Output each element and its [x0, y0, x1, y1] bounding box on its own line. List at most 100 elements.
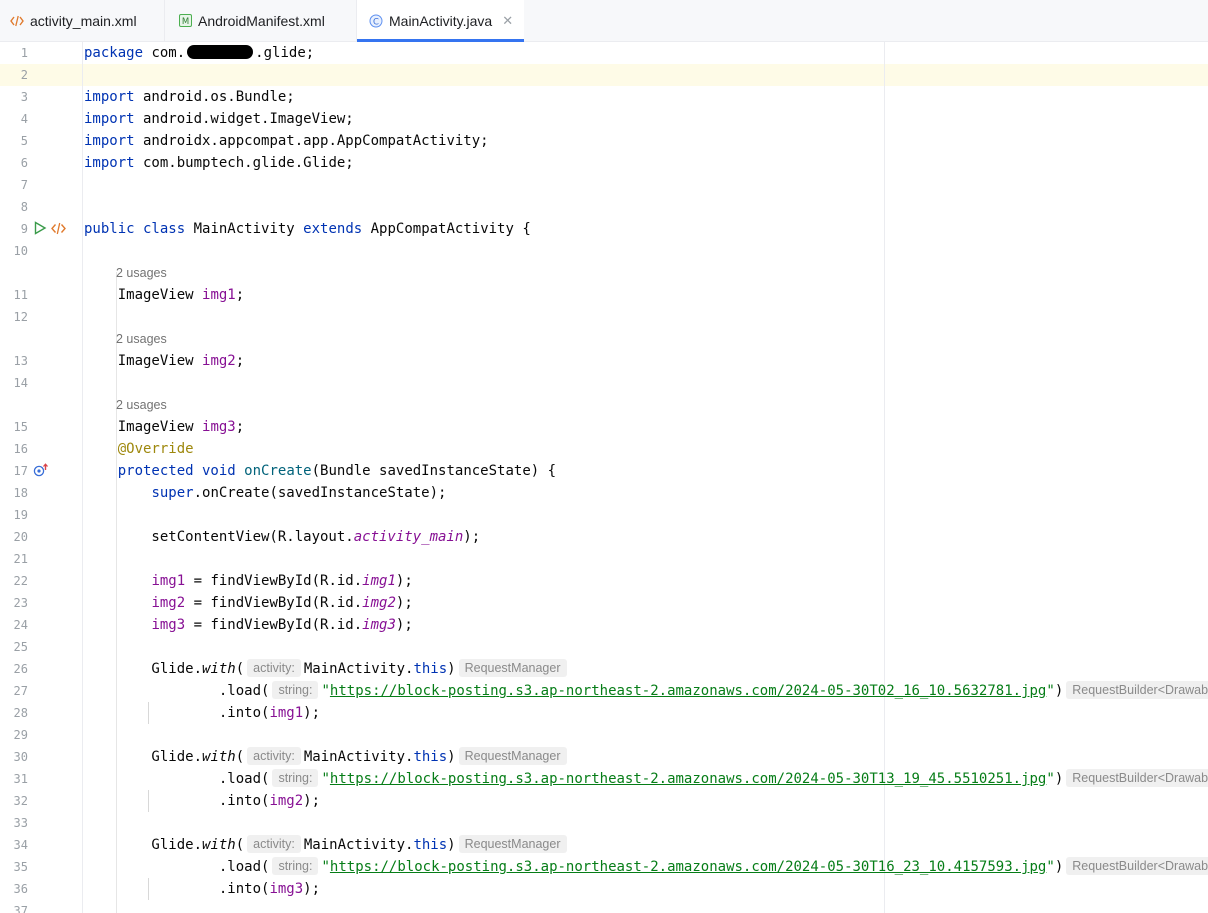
code-line-24: img3 = findViewById(R.id.img3);: [151, 617, 413, 633]
code-line-5: import androidx.appcompat.app.AppCompatA…: [84, 133, 489, 149]
url-link[interactable]: https://block-posting.s3.ap-northeast-2.…: [330, 683, 1046, 699]
manifest-file-icon: M: [179, 14, 192, 27]
type-hint: RequestManager: [458, 659, 567, 677]
tab-android-manifest-xml[interactable]: M AndroidManifest.xml: [164, 0, 356, 41]
line-number: 4: [20, 112, 28, 126]
line-number: 22: [13, 574, 28, 588]
line-number: 33: [13, 816, 28, 830]
svg-text:C: C: [373, 17, 379, 27]
line-number: 11: [13, 288, 28, 302]
line-number: 10: [13, 244, 28, 258]
code-line-11: ImageView img1;: [84, 287, 245, 303]
line-number: 25: [13, 640, 28, 654]
code-line-30: Glide.with(activity: MainActivity.this) Re…: [84, 746, 570, 768]
parameter-hint: string:: [272, 857, 319, 875]
line-number: 21: [13, 552, 28, 566]
type-hint: RequestManager: [458, 835, 567, 853]
line-number: 35: [13, 860, 28, 874]
gutter-separator: [82, 42, 83, 913]
line-number: 9: [20, 222, 28, 236]
code-line-27: .load(string: "https://block-posting.s3.a…: [84, 680, 1208, 702]
line-number: 20: [13, 530, 28, 544]
line-number: 6: [20, 156, 28, 170]
line-number: 2: [20, 68, 28, 82]
line-number: 27: [13, 684, 28, 698]
code-line-22: img1 = findViewById(R.id.img1);: [151, 573, 413, 589]
line-number: 29: [13, 728, 28, 742]
code-line-1: package com. .glide;: [84, 45, 315, 61]
tab-main-activity-java[interactable]: C MainActivity.java ✕: [356, 0, 524, 42]
line-number: 3: [20, 90, 28, 104]
code-line-28: .into(img1);: [84, 705, 321, 721]
line-number: 23: [13, 596, 28, 610]
line-number: 15: [13, 420, 28, 434]
code-line-36: .into(img3);: [84, 881, 321, 897]
line-number: 5: [20, 134, 28, 148]
type-hint: RequestManager: [458, 747, 567, 765]
line-number: 14: [13, 376, 28, 390]
parameter-hint: activity:: [247, 835, 301, 853]
usages-hint[interactable]: 2 usages: [116, 394, 167, 416]
redaction-mark: [187, 45, 254, 59]
current-line-highlight: [0, 64, 1208, 86]
code-line-23: img2 = findViewById(R.id.img2);: [151, 595, 413, 611]
code-line-9: public class MainActivity extends AppCom…: [84, 221, 531, 237]
run-icon[interactable]: [33, 221, 47, 235]
line-number: 18: [13, 486, 28, 500]
line-number: 8: [20, 200, 28, 214]
line-number: 13: [13, 354, 28, 368]
line-number: 34: [13, 838, 28, 852]
line-number: 30: [13, 750, 28, 764]
code-line-17: protected void onCreate(Bundle savedInst…: [117, 463, 557, 479]
code-line-26: Glide.with(activity: MainActivity.this) Re…: [84, 658, 570, 680]
tab-label: MainActivity.java: [389, 13, 493, 29]
line-number: 17: [13, 464, 28, 478]
line-number: 1: [20, 46, 28, 60]
code-line-15: ImageView img3;: [84, 419, 245, 435]
line-number: 7: [20, 178, 28, 192]
type-hint: RequestBuilder<Drawable>: [1066, 769, 1208, 787]
line-number: 36: [13, 882, 28, 896]
java-class-icon: C: [369, 14, 383, 28]
line-number: 37: [13, 904, 28, 913]
line-number: 12: [13, 310, 28, 324]
code-line-20: setContentView(R.layout.activity_main);: [84, 529, 481, 545]
parameter-hint: activity:: [247, 659, 301, 677]
code-line-18: super.onCreate(savedInstanceState);: [151, 485, 447, 501]
code-line-4: import android.widget.ImageView;: [84, 111, 354, 127]
xml-file-icon: [10, 15, 24, 27]
line-number: 24: [13, 618, 28, 632]
url-link[interactable]: https://block-posting.s3.ap-northeast-2.…: [330, 859, 1046, 875]
code-line-31: .load(string: "https://block-posting.s3.a…: [84, 768, 1208, 790]
code-editor[interactable]: 1 2 3 4 5 6 7 8 9 10 11 12 13 14 15 16 1…: [0, 42, 1208, 913]
line-number: 28: [13, 706, 28, 720]
type-hint: RequestBuilder<Drawable>: [1066, 681, 1208, 699]
code-line-13: ImageView img2;: [84, 353, 245, 369]
svg-text:M: M: [182, 17, 189, 27]
line-number: 32: [13, 794, 28, 808]
close-tab-icon[interactable]: ✕: [502, 13, 513, 29]
line-number: 26: [13, 662, 28, 676]
line-number: 19: [13, 508, 28, 522]
editor-tab-bar: activity_main.xml M AndroidManifest.xml …: [0, 0, 1208, 42]
url-link[interactable]: https://block-posting.s3.ap-northeast-2.…: [330, 771, 1046, 787]
code-line-6: import com.bumptech.glide.Glide;: [84, 155, 354, 171]
tab-label: activity_main.xml: [30, 12, 137, 29]
code-line-3: import android.os.Bundle;: [84, 89, 295, 105]
type-hint: RequestBuilder<Drawable>: [1066, 857, 1208, 875]
usages-hint[interactable]: 2 usages: [116, 328, 167, 350]
line-number: 31: [13, 772, 28, 786]
parameter-hint: string:: [272, 681, 319, 699]
parameter-hint: activity:: [247, 747, 301, 765]
line-number: 16: [13, 442, 28, 456]
usages-hint[interactable]: 2 usages: [116, 262, 167, 284]
code-line-34: Glide.with(activity: MainActivity.this) Re…: [84, 834, 570, 856]
override-method-icon[interactable]: [33, 463, 49, 477]
tab-activity-main-xml[interactable]: activity_main.xml: [0, 0, 164, 41]
layout-link-icon[interactable]: [51, 222, 66, 235]
tab-label: AndroidManifest.xml: [198, 12, 325, 29]
code-line-16: @Override: [117, 441, 194, 457]
parameter-hint: string:: [272, 769, 319, 787]
code-line-32: .into(img2);: [84, 793, 321, 809]
code-line-35: .load(string: "https://block-posting.s3.a…: [84, 856, 1208, 878]
